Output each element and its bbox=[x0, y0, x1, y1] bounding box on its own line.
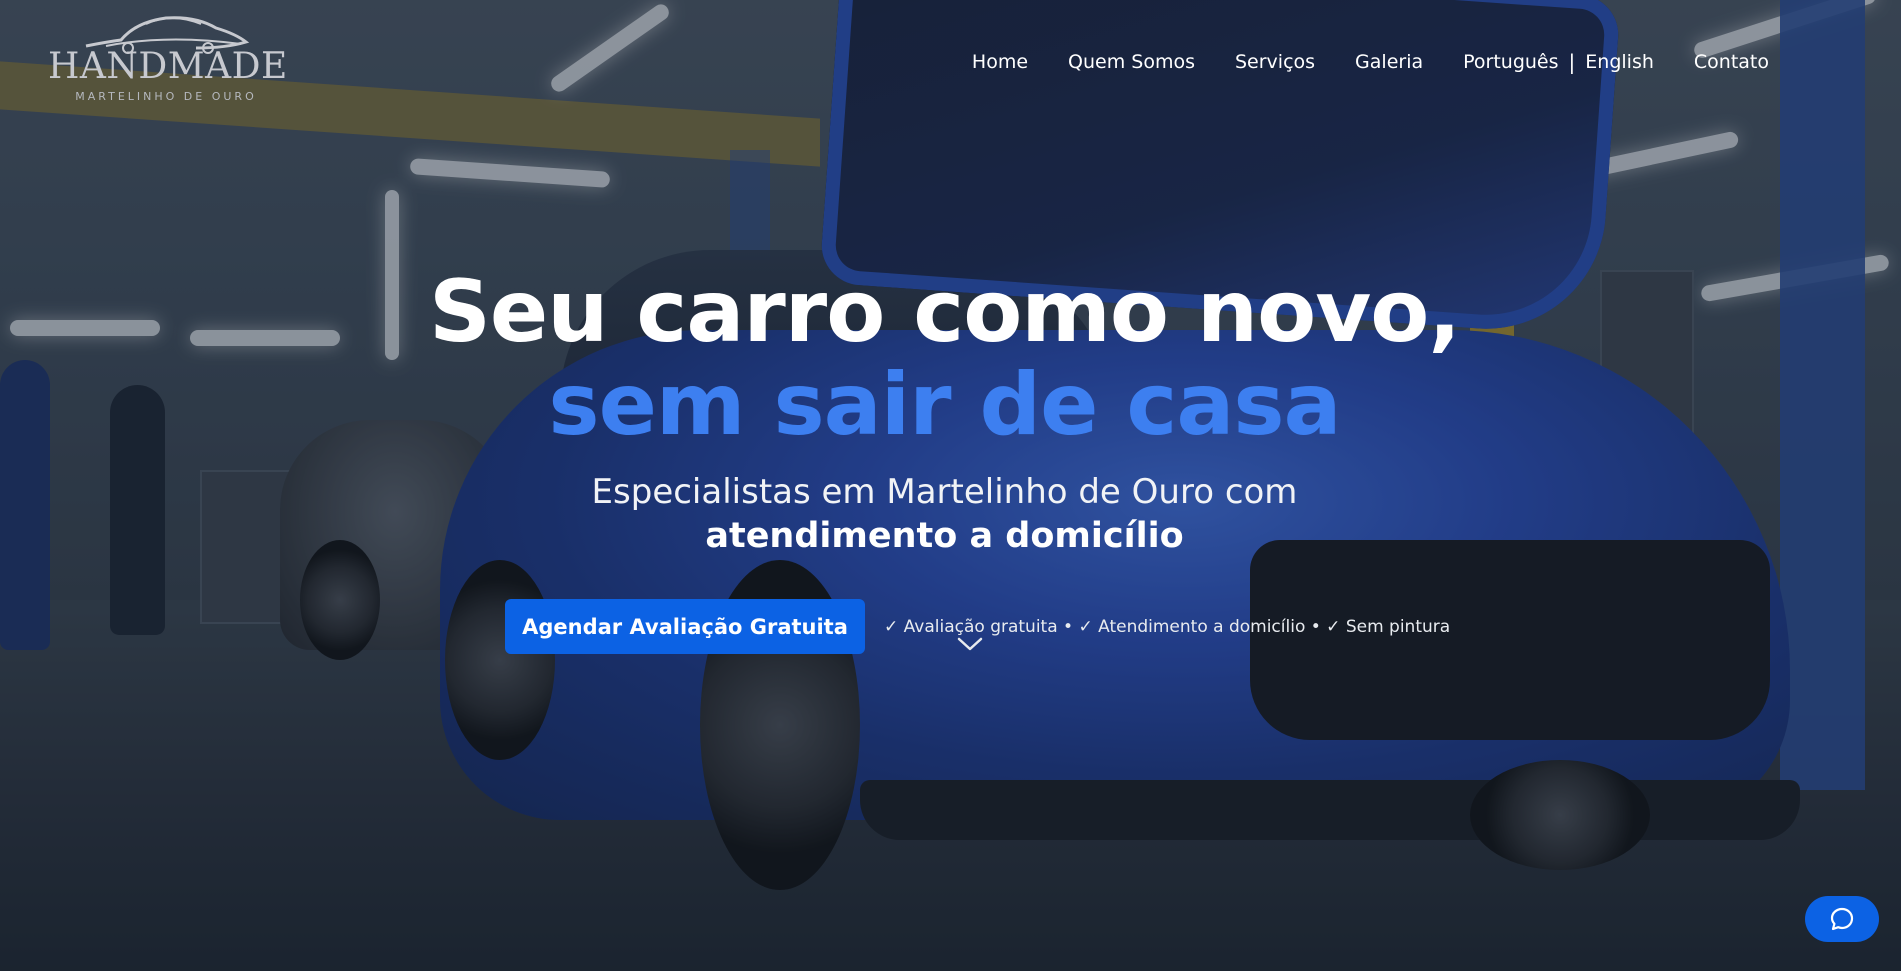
benefits-list: ✓ Avaliação gratuita • ✓ Atendimento a d… bbox=[884, 617, 1451, 637]
chevron-down-icon[interactable] bbox=[957, 636, 983, 652]
chat-bubble-icon bbox=[1830, 907, 1854, 931]
lang-separator: | bbox=[1568, 50, 1576, 74]
lang-portugues[interactable]: Português bbox=[1463, 51, 1558, 73]
nav-contato[interactable]: Contato bbox=[1694, 51, 1769, 73]
headline-line2: sem sair de casa bbox=[548, 355, 1341, 455]
nav-servicos[interactable]: Serviços bbox=[1235, 51, 1315, 73]
nav-galeria[interactable]: Galeria bbox=[1355, 51, 1423, 73]
language-switcher: Português | English bbox=[1463, 50, 1654, 74]
nav-quem-somos[interactable]: Quem Somos bbox=[1068, 51, 1195, 73]
brand-logo[interactable]: HANDMADE MARTELINHO DE OURO bbox=[48, 4, 288, 122]
nav-home[interactable]: Home bbox=[972, 51, 1028, 73]
schedule-evaluation-button[interactable]: Agendar Avaliação Gratuita bbox=[505, 599, 865, 654]
subheadline-line1: Especialistas em Martelinho de Ouro com bbox=[591, 472, 1298, 512]
subheadline-line2: atendimento a domicílio bbox=[705, 516, 1184, 556]
brand-name: HANDMADE bbox=[48, 46, 288, 87]
brand-tagline: MARTELINHO DE OURO bbox=[75, 90, 257, 103]
hero-section: HANDMADE MARTELINHO DE OURO Home Quem So… bbox=[0, 0, 1901, 971]
headline-line1: Seu carro como novo, bbox=[428, 262, 1461, 362]
lang-english[interactable]: English bbox=[1585, 51, 1654, 73]
main-nav: Home Quem Somos Serviços Galeria Portugu… bbox=[932, 50, 1769, 74]
chat-button[interactable] bbox=[1805, 896, 1879, 942]
